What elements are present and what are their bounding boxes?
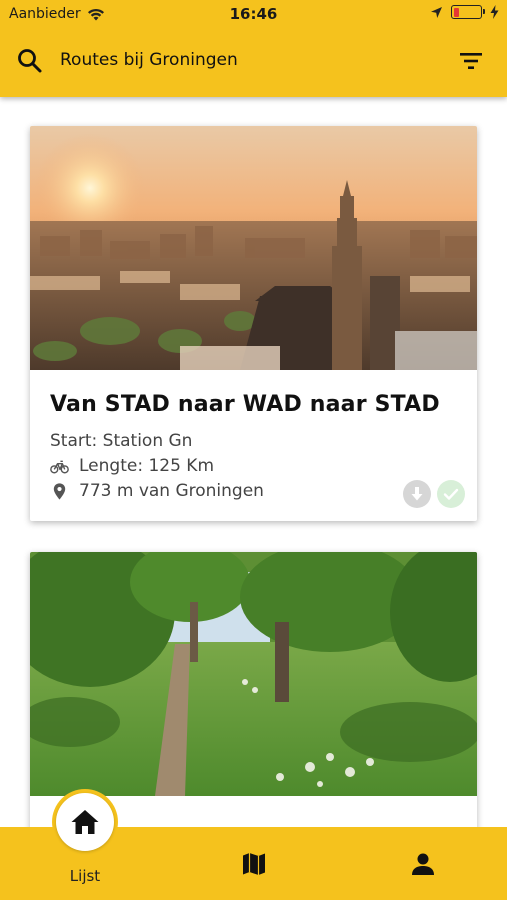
- route-distance: 773 m van Groningen: [50, 481, 264, 501]
- route-card[interactable]: Van STAD naar WAD naar STAD Start: Stati…: [30, 126, 477, 521]
- route-status: [403, 480, 465, 508]
- profile-icon[interactable]: [410, 851, 436, 877]
- route-distance-text: 773 m van Groningen: [79, 481, 264, 501]
- download-button[interactable]: [403, 480, 431, 508]
- home-icon: [71, 810, 99, 834]
- route-length: Lengte: 125 Km: [50, 456, 214, 476]
- location-arrow-icon: [431, 6, 442, 18]
- battery-icon: [451, 5, 485, 19]
- route-start-text: Start: Station Gn: [50, 431, 193, 451]
- status-indicators: [430, 5, 499, 19]
- app-header: Aanbieder 16:46 Routes bij Groningen: [0, 0, 507, 97]
- route-title: Van STAD naar WAD naar STAD: [50, 392, 440, 417]
- filter-icon[interactable]: [458, 50, 484, 72]
- download-icon: [411, 487, 423, 501]
- map-icon[interactable]: [241, 851, 267, 877]
- route-start: Start: Station Gn: [50, 431, 192, 451]
- completed-check-button[interactable]: [437, 480, 465, 508]
- route-photo: [30, 552, 477, 796]
- status-bar: Aanbieder 16:46: [0, 0, 507, 28]
- location-pin-icon: [53, 482, 66, 500]
- bicycle-icon: [50, 460, 69, 473]
- charging-bolt-icon: [490, 5, 499, 19]
- home-button[interactable]: [56, 793, 114, 851]
- nav-label-list[interactable]: Lijst: [52, 867, 118, 885]
- route-photo: [30, 126, 477, 370]
- check-icon: [443, 488, 459, 500]
- nav-item-list[interactable]: [52, 789, 118, 855]
- search-icon[interactable]: [16, 47, 44, 75]
- battery-level: [453, 7, 460, 17]
- search-location-label[interactable]: Routes bij Groningen: [60, 50, 238, 70]
- route-length-text: Lengte: 125 Km: [79, 456, 215, 476]
